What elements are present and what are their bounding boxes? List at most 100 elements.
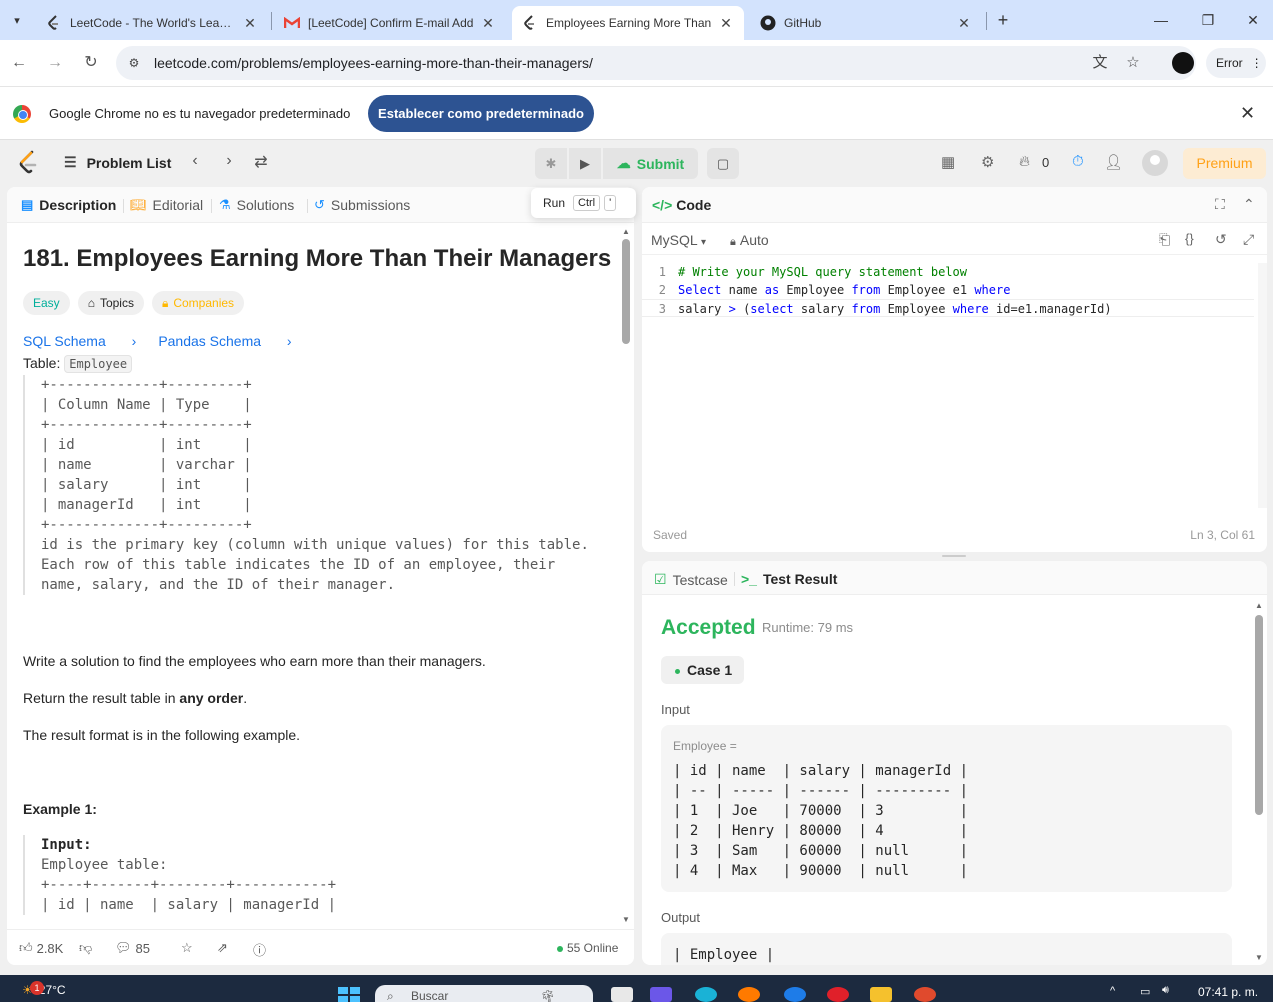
file-explorer-icon[interactable] <box>611 987 633 1002</box>
close-tab-icon[interactable]: ✕ <box>956 15 972 32</box>
translate-icon[interactable]: 文 <box>1090 53 1110 73</box>
auto-mode[interactable]: 🔒︎ Auto <box>730 232 769 249</box>
like-button[interactable]: 👍︎ 2.8K <box>19 940 63 956</box>
tab-description[interactable]: ▤ Description <box>21 197 116 213</box>
edge-icon[interactable] <box>695 987 717 1002</box>
code-line[interactable]: 2 Select name as Employee from Employee e… <box>642 281 1254 299</box>
tab-solutions[interactable]: ⚗ Solutions <box>219 197 294 213</box>
network-icon[interactable]: ▭ <box>1140 985 1150 998</box>
reset-code-icon[interactable]: ↺ <box>1215 231 1227 248</box>
help-question-icon[interactable]: ⓘ <box>253 940 266 959</box>
browser-tab-strip: ▾ LeetCode - The World's Leading ✕ [Leet… <box>0 0 1273 40</box>
problem-list-label: Problem List <box>86 154 172 171</box>
site-info-icon[interactable]: ⚙ <box>124 53 144 73</box>
topics-button[interactable]: ⌂ Topics <box>77 291 144 315</box>
tab-testcase[interactable]: ☑ Testcase <box>654 571 728 588</box>
favorite-star-icon[interactable]: ☆ <box>181 940 193 956</box>
scroll-thumb[interactable] <box>1255 615 1263 815</box>
code-editor[interactable]: 1 # Write your MySQL query statement belo… <box>642 263 1267 503</box>
prev-problem-chevron-icon[interactable]: ‹ <box>184 152 206 170</box>
set-default-button[interactable]: Establecer como predeterminado <box>368 95 594 132</box>
run-play-icon[interactable]: ▶ <box>569 148 601 179</box>
description-scrollbar[interactable]: ▲ ▼ <box>621 227 631 927</box>
github-icon <box>760 15 776 31</box>
tab-submissions[interactable]: ↺ Submissions <box>314 197 410 213</box>
back-arrow-icon[interactable]: ← <box>8 52 30 74</box>
format-note: The result format is in the following ex… <box>23 727 301 743</box>
companies-button[interactable]: 🔒︎ Companies <box>151 291 245 315</box>
sql-keyword: from <box>851 302 881 316</box>
browser-tab-leetcode-home[interactable]: LeetCode - The World's Leading ✕ <box>36 6 268 40</box>
debug-bug-icon[interactable]: ✱ <box>535 148 567 179</box>
pandas-schema-link[interactable]: Pandas Schema › <box>158 333 291 349</box>
format-braces-icon[interactable]: {} <box>1185 231 1194 246</box>
reload-icon[interactable]: ↻ <box>80 52 102 74</box>
close-infobar-icon[interactable]: ✕ <box>1240 103 1255 124</box>
code-line-text: Select name as Employee from Employee e1… <box>678 283 1011 297</box>
tab-search-chevron-icon[interactable]: ▾ <box>6 9 28 31</box>
add-friend-icon[interactable]: 👤︎ <box>1104 153 1123 171</box>
fullscreen-icon[interactable]: ⛶ <box>1215 196 1225 213</box>
notes-icon[interactable]: ▢ <box>707 148 739 179</box>
sql-schema-link[interactable]: SQL Schema › <box>23 333 136 349</box>
windows-start-icon[interactable] <box>338 987 360 1002</box>
copilot-icon[interactable] <box>650 987 672 1002</box>
close-tab-icon[interactable]: ✕ <box>242 15 258 32</box>
code-title: </> Code <box>652 197 711 213</box>
layout-grid-icon[interactable]: ▦ <box>941 153 955 171</box>
settings-gear-icon[interactable]: ⚙ <box>981 153 994 171</box>
code-line[interactable]: 1 # Write your MySQL query statement belo… <box>642 263 1254 281</box>
browser-tab-active-problem[interactable]: Employees Earning More Than ✕ <box>512 6 744 40</box>
comments-button[interactable]: 💬︎ 85 <box>115 940 150 956</box>
folder-icon[interactable] <box>870 987 892 1002</box>
volume-icon[interactable]: 🔊︎ <box>1162 984 1169 997</box>
extension-avatar-icon[interactable] <box>1172 52 1194 74</box>
close-tab-icon[interactable]: ✕ <box>718 15 734 32</box>
expand-icon[interactable]: ⤢ <box>1243 231 1254 248</box>
url-text[interactable]: leetcode.com/problems/employees-earning-… <box>154 55 593 71</box>
close-tab-icon[interactable]: ✕ <box>480 15 496 32</box>
test-result-scrollbar[interactable]: ▲ ▼ <box>1254 601 1264 962</box>
close-window-icon[interactable]: ✕ <box>1240 8 1266 32</box>
forward-arrow-icon[interactable]: → <box>44 52 66 74</box>
tray-chevron-up-icon[interactable]: ^ <box>1110 985 1115 997</box>
bookmark-star-icon[interactable]: ☆ <box>1123 53 1143 73</box>
browser-tab-github[interactable]: GitHub ✕ <box>750 6 982 40</box>
browser-tab-gmail[interactable]: [LeetCode] Confirm E-mail Add ✕ <box>274 6 506 40</box>
scroll-thumb[interactable] <box>622 239 630 344</box>
code-line-current[interactable]: 3 salary > (select salary from Employee w… <box>642 299 1254 317</box>
tab-test-result[interactable]: >_ Test Result <box>741 571 837 587</box>
premium-button[interactable]: Premium <box>1183 148 1266 179</box>
new-tab-plus-icon[interactable]: + <box>992 9 1014 31</box>
problem-list-button[interactable]: ☰ Problem List <box>64 154 171 171</box>
profile-error-button[interactable]: Error ⋮ <box>1206 48 1266 78</box>
streak-fire-icon[interactable]: 🔥︎ <box>1019 153 1030 170</box>
share-icon[interactable]: ⇗ <box>217 940 228 956</box>
run-shortcut-tooltip: Run Ctrl ' <box>531 188 636 218</box>
opera-icon[interactable] <box>827 987 849 1002</box>
chrome-app-icon[interactable] <box>784 987 806 1002</box>
bookmark-icon[interactable]: ⎗ <box>1159 231 1170 248</box>
sql-keyword: Select <box>678 283 722 297</box>
case-1-tab[interactable]: Case 1 <box>661 656 744 684</box>
dislike-thumbs-down-icon[interactable]: 👎︎ <box>79 940 92 956</box>
next-problem-chevron-icon[interactable]: › <box>218 152 240 170</box>
chrome-active-icon[interactable] <box>914 987 936 1002</box>
tab-editorial[interactable]: 📖︎ Editorial <box>130 197 203 213</box>
timer-stopwatch-icon[interactable]: ⏱ <box>1072 153 1084 170</box>
taskbar-search[interactable]: ⌕ Buscar 🌴︎ <box>375 985 593 1002</box>
panel-resize-handle[interactable] <box>942 555 966 557</box>
language-select[interactable]: MySQL ▾ <box>651 232 706 248</box>
firefox-icon[interactable] <box>738 987 760 1002</box>
editor-scrollbar[interactable] <box>1258 263 1267 508</box>
weather-widget[interactable]: ☀ 27°C <box>22 983 66 997</box>
random-problem-shuffle-icon[interactable]: ⇄ <box>250 152 272 172</box>
clock[interactable]: 07:41 p. m. <box>1198 985 1258 999</box>
minimize-window-icon[interactable]: — <box>1148 8 1174 32</box>
user-avatar[interactable] <box>1142 150 1168 176</box>
submit-button[interactable]: ☁ Submit <box>603 148 698 179</box>
collapse-chevron-up-icon[interactable]: ⌃ <box>1243 196 1255 213</box>
restore-window-icon[interactable]: ❐ <box>1195 8 1221 32</box>
leetcode-logo-icon[interactable] <box>18 150 40 174</box>
address-bar[interactable]: ⚙ leetcode.com/problems/employees-earnin… <box>116 46 1196 80</box>
